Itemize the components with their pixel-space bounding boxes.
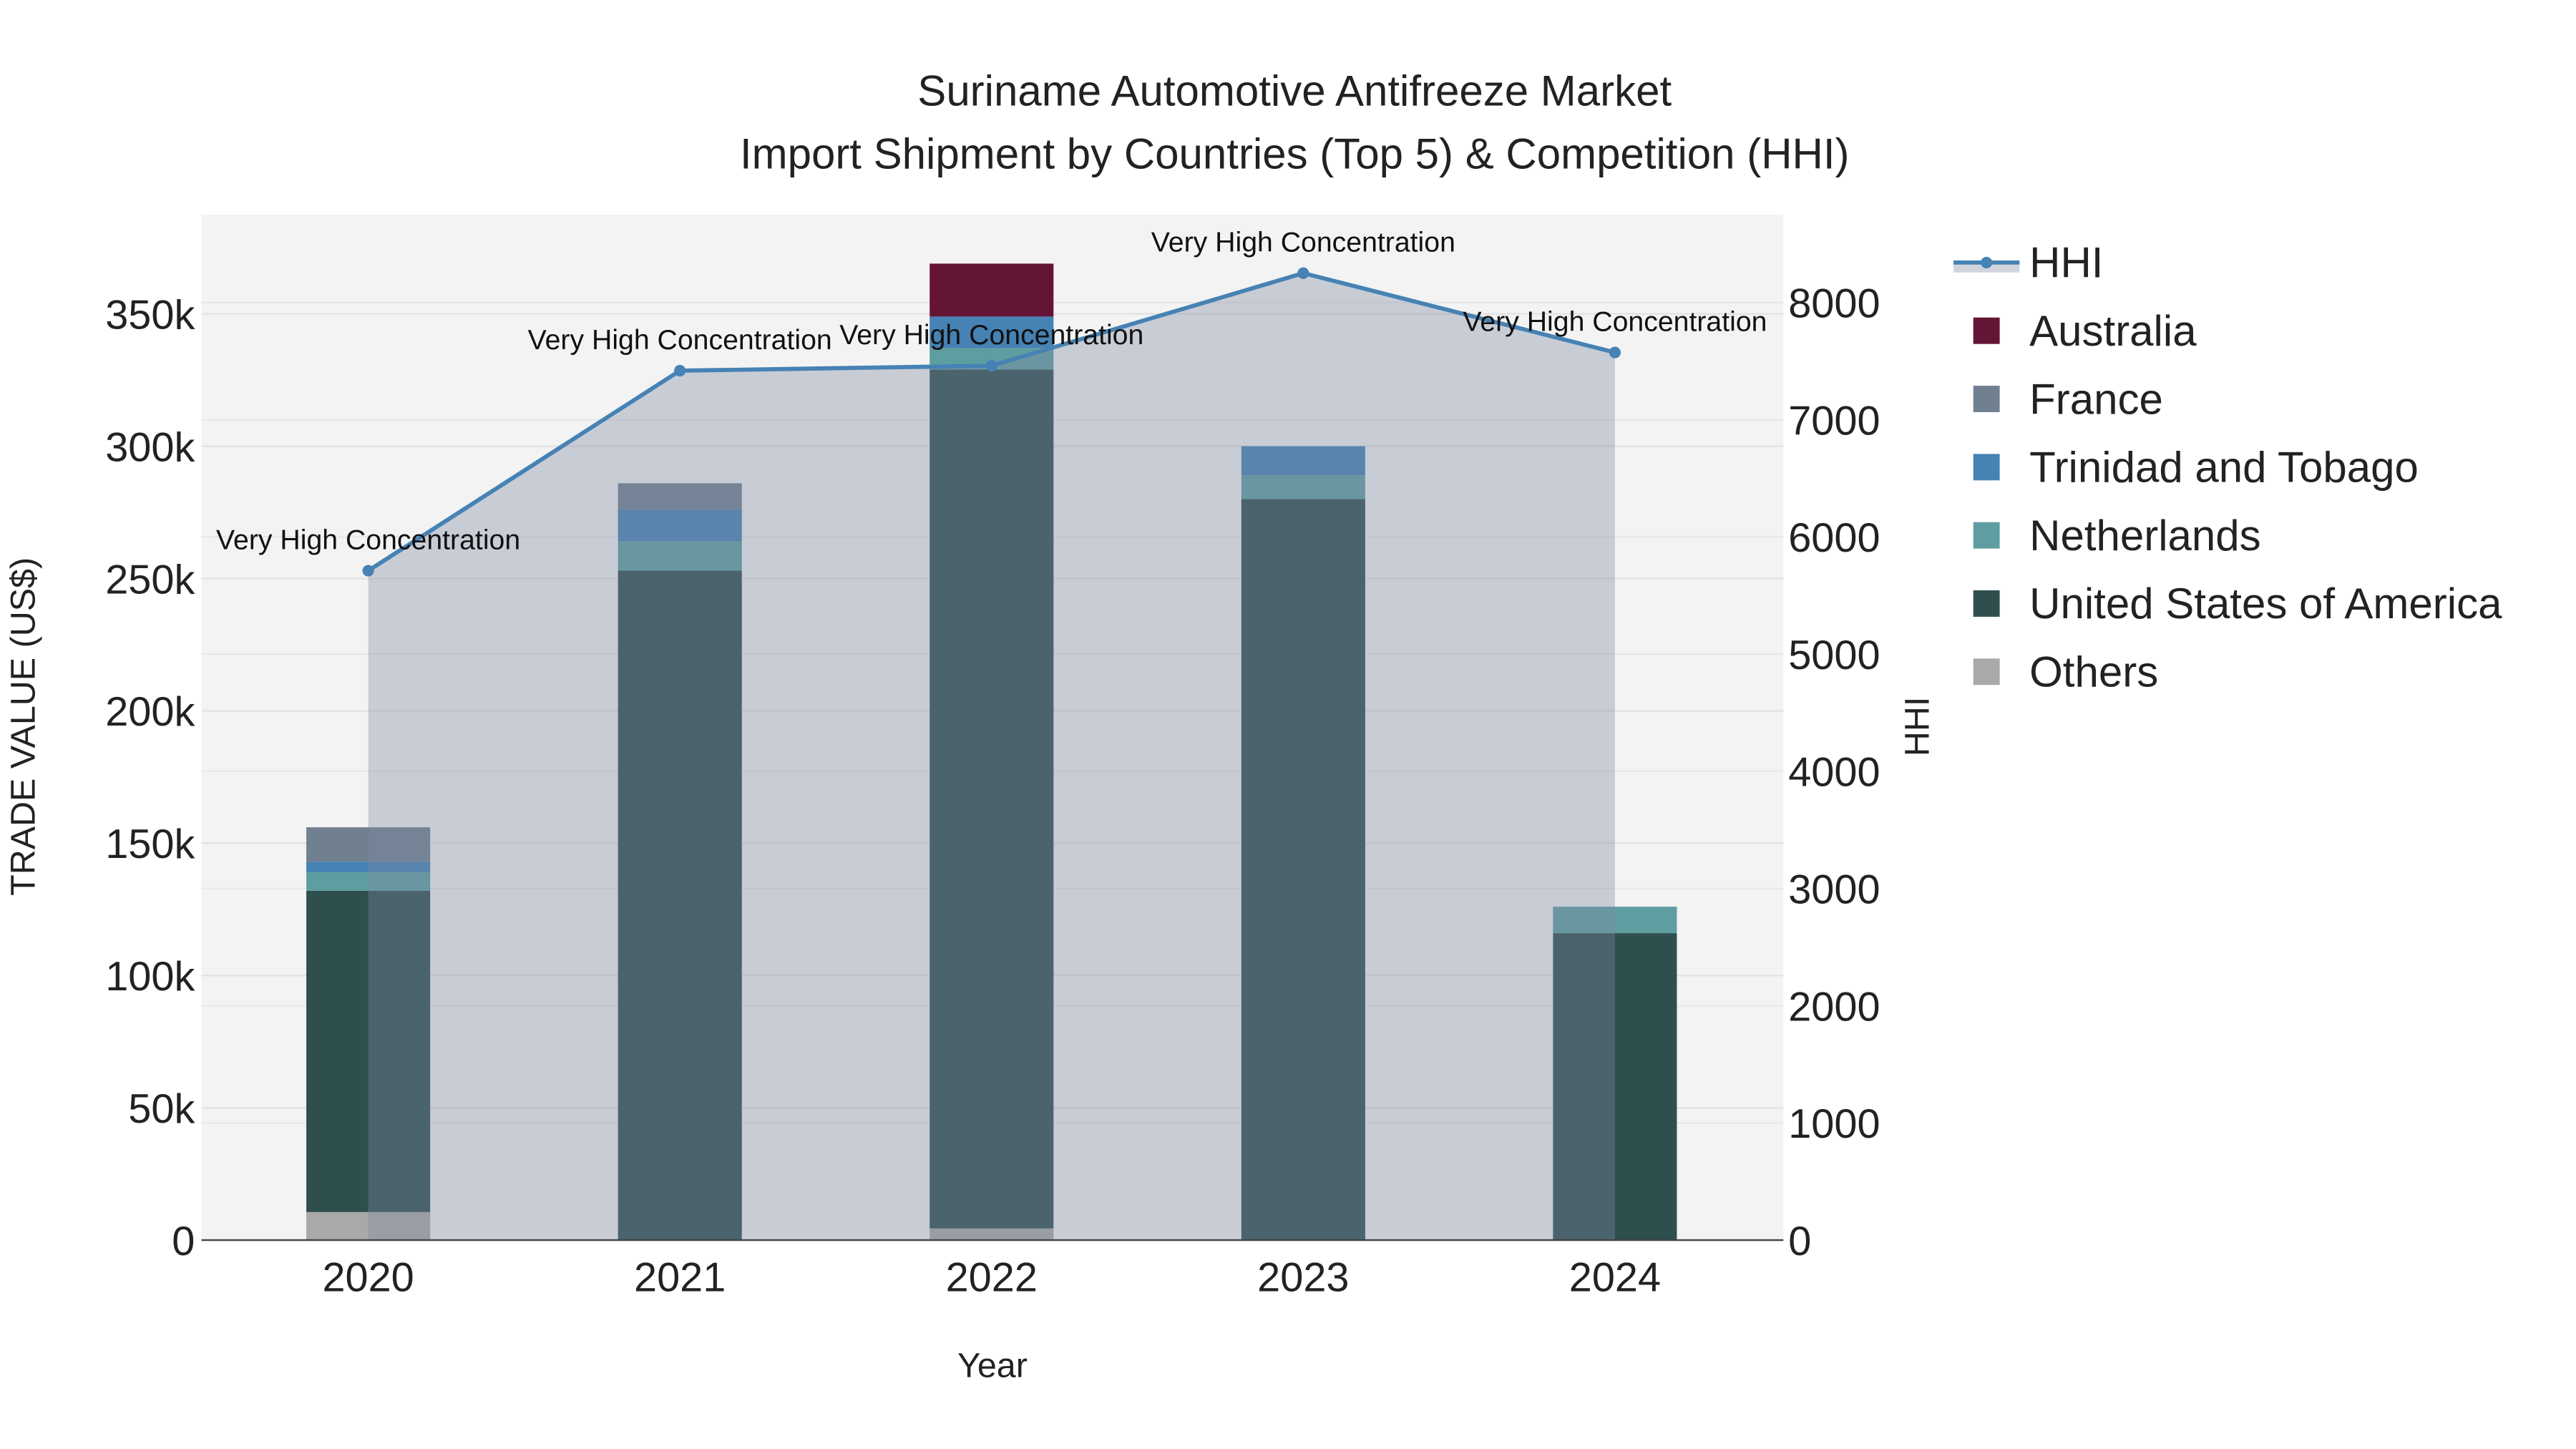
- y-tick-label: 300k: [105, 424, 195, 470]
- y2-tick-label: 1000: [1788, 1101, 1880, 1147]
- chart-title: Suriname Automotive Antifreeze Market: [917, 67, 1672, 115]
- bar-australia: [930, 263, 1054, 317]
- y-axis-title: TRADE VALUE (US$): [4, 557, 42, 896]
- hhi-annotation: Very High Concentration: [1151, 227, 1455, 258]
- hhi-annotation: Very High Concentration: [216, 525, 520, 556]
- legend-hhi-marker: [1981, 256, 1993, 268]
- legend-label: Australia: [2029, 307, 2197, 355]
- y2-tick-label: 7000: [1788, 398, 1880, 444]
- x-tick-label: 2021: [634, 1255, 726, 1301]
- y2-tick-label: 4000: [1788, 750, 1880, 796]
- y-tick-label: 100k: [105, 954, 195, 1000]
- y2-tick-label: 0: [1788, 1219, 1811, 1264]
- y2-tick-label: 2000: [1788, 984, 1880, 1030]
- y-tick-label: 50k: [128, 1086, 195, 1132]
- y2-tick-label: 6000: [1788, 515, 1880, 561]
- hhi-point: [1297, 267, 1309, 279]
- hhi-point: [362, 565, 374, 577]
- x-axis-title: Year: [957, 1347, 1028, 1385]
- y-tick-label: 350k: [105, 292, 195, 338]
- x-tick-label: 2022: [946, 1255, 1038, 1301]
- hhi-point: [1609, 346, 1621, 358]
- hhi-annotation: Very High Concentration: [528, 324, 832, 356]
- y2-tick-label: 8000: [1788, 281, 1880, 327]
- hhi-point: [985, 360, 997, 372]
- x-tick-label: 2024: [1569, 1255, 1661, 1301]
- legend-swatch: [1973, 590, 2000, 617]
- y2-tick-label: 3000: [1788, 867, 1880, 913]
- x-tick-label: 2020: [322, 1255, 414, 1301]
- y2-axis-title: HHI: [1898, 697, 1936, 756]
- legend-swatch: [1973, 317, 2000, 344]
- hhi-annotation: Very High Concentration: [839, 319, 1143, 351]
- y-tick-label: 150k: [105, 821, 195, 867]
- legend-label: Others: [2029, 648, 2158, 696]
- legend-label: Netherlands: [2029, 512, 2261, 560]
- legend-swatch: [1973, 522, 2000, 549]
- legend-label: France: [2029, 375, 2163, 423]
- legend-swatch: [1973, 386, 2000, 412]
- x-tick-label: 2023: [1257, 1255, 1349, 1301]
- hhi-point: [674, 364, 686, 377]
- legend-label: United States of America: [2029, 580, 2502, 628]
- y-tick-label: 200k: [105, 689, 195, 735]
- chart-subtitle: Import Shipment by Countries (Top 5) & C…: [740, 130, 1850, 177]
- y-tick-label: 0: [172, 1219, 195, 1264]
- legend-label: HHI: [2029, 239, 2103, 287]
- chart: Very High ConcentrationVery High Concent…: [4, 67, 2502, 1385]
- legend-swatch: [1973, 658, 2000, 686]
- hhi-annotation: Very High Concentration: [1463, 306, 1767, 338]
- legend-label: Trinidad and Tobago: [2029, 444, 2419, 492]
- y2-tick-label: 5000: [1788, 633, 1880, 678]
- y-tick-label: 250k: [105, 557, 195, 602]
- legend-swatch: [1973, 454, 2000, 481]
